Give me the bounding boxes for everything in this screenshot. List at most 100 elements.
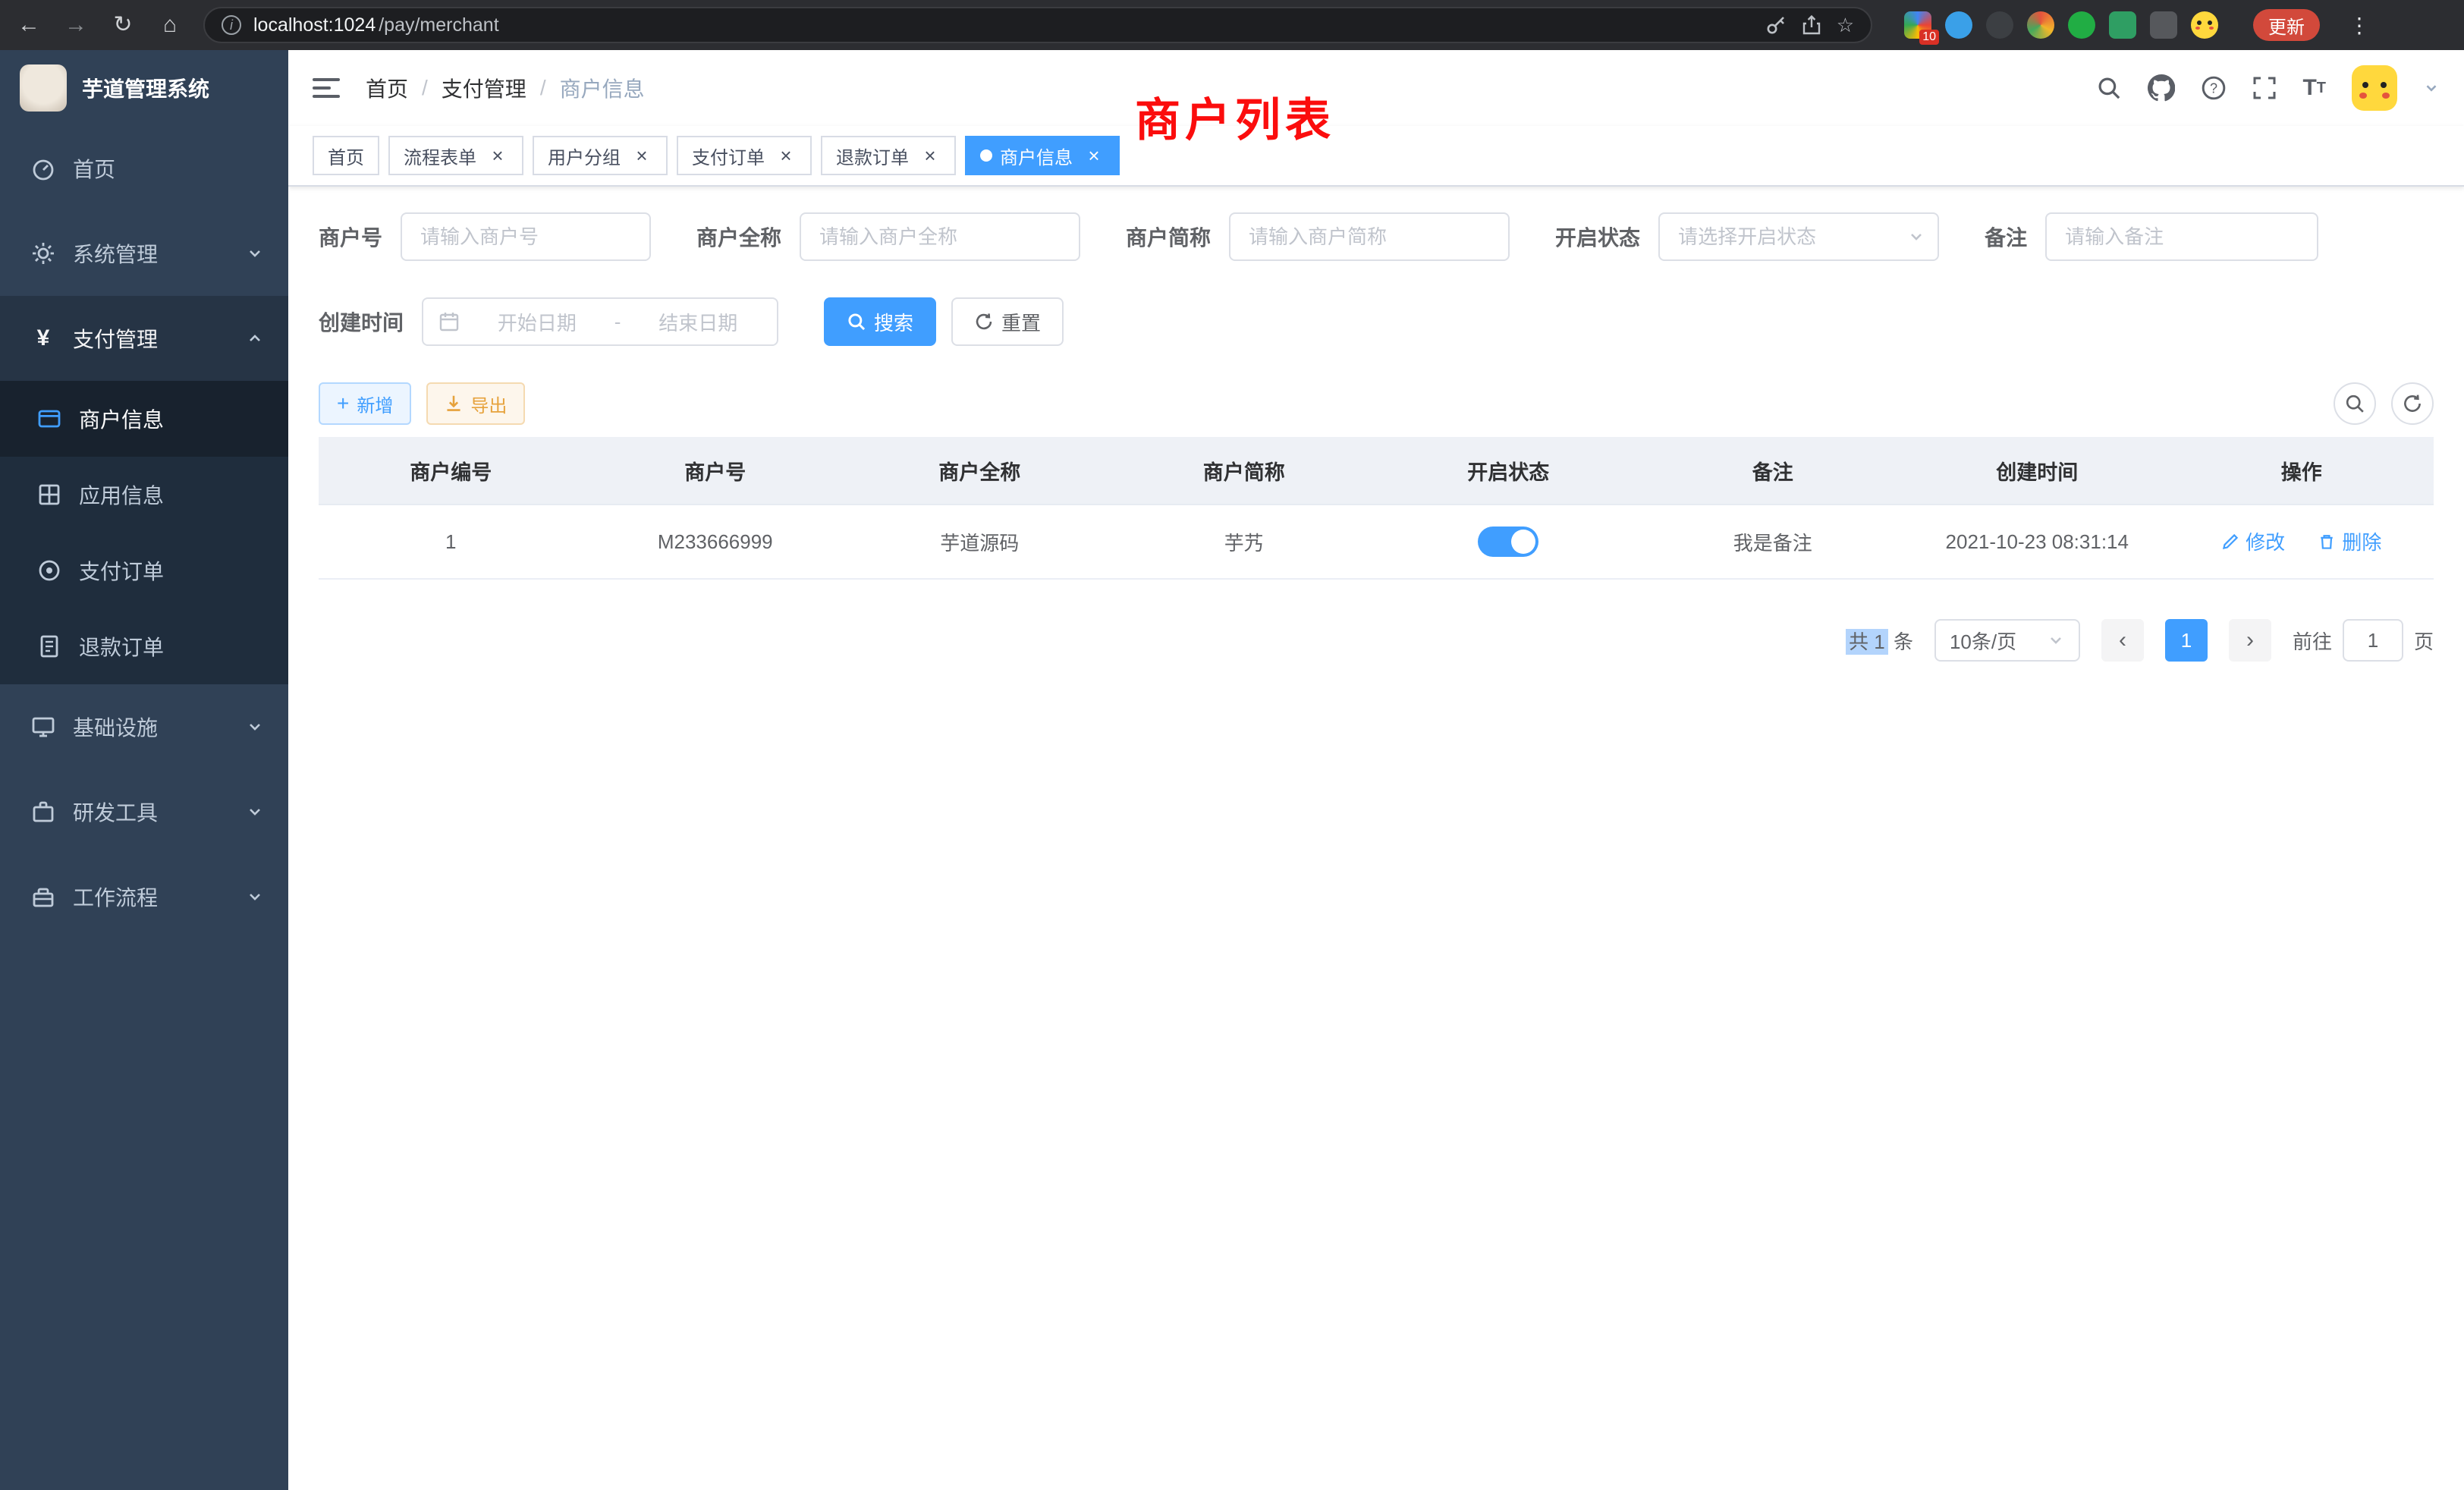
status-toggle[interactable]	[1478, 527, 1538, 557]
tab-merchant-info[interactable]: 商户信息×	[965, 136, 1120, 175]
extension-icon-7[interactable]	[2150, 11, 2177, 39]
tab-close-icon[interactable]: ×	[487, 145, 508, 166]
share-icon[interactable]	[1802, 14, 1821, 36]
tab-process-form[interactable]: 流程表单×	[388, 136, 523, 175]
toggle-search-icon[interactable]	[2334, 382, 2376, 425]
extension-icon-1[interactable]: 10	[1904, 11, 1931, 39]
extension-icon-6[interactable]	[2109, 11, 2136, 39]
sidebar-item-home[interactable]: 首页	[0, 126, 288, 211]
short-name-input[interactable]	[1229, 212, 1510, 261]
tools-icon	[30, 800, 56, 824]
forward-icon[interactable]: →	[62, 14, 90, 36]
full-name-label: 商户全称	[696, 222, 781, 252]
browser-menu-icon[interactable]: ⋮	[2349, 13, 2370, 38]
sidebar-item-merchant-info[interactable]: 商户信息	[0, 381, 288, 457]
github-icon[interactable]	[2148, 74, 2175, 102]
column-header: 商户全称	[847, 456, 1112, 486]
plus-icon: +	[337, 393, 349, 414]
extension-badge: 10	[1919, 30, 1939, 45]
tab-close-icon[interactable]: ×	[631, 145, 652, 166]
extension-emoji-icon[interactable]	[2191, 11, 2218, 39]
sidebar-item-payment[interactable]: ¥ 支付管理	[0, 296, 288, 381]
cell-short-name: 芋艿	[1112, 528, 1377, 556]
search-button[interactable]: 搜索	[824, 297, 936, 346]
navbar-actions: ? TT	[2096, 65, 2440, 111]
export-button[interactable]: 导出	[426, 382, 525, 425]
tab-close-icon[interactable]: ×	[1083, 145, 1105, 166]
create-time-label: 创建时间	[319, 306, 404, 337]
add-button[interactable]: + 新增	[319, 382, 411, 425]
tab-home[interactable]: 首页	[313, 136, 379, 175]
delete-link[interactable]: 删除	[2318, 527, 2381, 555]
sidebar-item-pay-orders[interactable]: 支付订单	[0, 533, 288, 608]
date-range-picker[interactable]: 开始日期 - 结束日期	[422, 297, 778, 346]
extension-icon-5[interactable]	[2068, 11, 2095, 39]
sidebar-toggle-icon[interactable]	[313, 78, 340, 98]
browser-update-button[interactable]: 更新	[2253, 9, 2320, 41]
browser-toolbar: ← → ↻ ⌂ i localhost:1024/pay/merchant ☆ …	[0, 0, 2464, 50]
column-header: 创建时间	[1905, 456, 2170, 486]
payment-submenu: 商户信息 应用信息 支付订单 退款订单	[0, 381, 288, 684]
reset-button[interactable]: 重置	[951, 297, 1064, 346]
refresh-table-icon[interactable]	[2391, 382, 2434, 425]
sidebar-item-label: 支付订单	[79, 555, 164, 586]
tab-user-group[interactable]: 用户分组×	[533, 136, 668, 175]
goto-page-input[interactable]	[2343, 619, 2403, 662]
reload-icon[interactable]: ↻	[109, 14, 137, 36]
password-key-icon[interactable]	[1765, 14, 1787, 36]
user-avatar[interactable]	[2352, 65, 2397, 111]
next-page-button[interactable]: ›	[2229, 619, 2271, 662]
edit-link[interactable]: 修改	[2221, 527, 2285, 555]
sidebar-item-label: 应用信息	[79, 479, 164, 510]
sidebar-item-label: 商户信息	[79, 404, 164, 434]
date-separator: -	[614, 310, 621, 334]
url-path: /pay/merchant	[379, 14, 498, 36]
tab-close-icon[interactable]: ×	[919, 145, 941, 166]
tab-pay-orders[interactable]: 支付订单×	[677, 136, 812, 175]
cell-full-name: 芋道源码	[847, 528, 1112, 556]
remark-label: 备注	[1985, 222, 2027, 252]
header-search-icon[interactable]	[2096, 75, 2122, 101]
top-navbar: 首页 / 支付管理 / 商户信息 商户列表 ? TT	[288, 50, 2464, 126]
remark-input[interactable]	[2045, 212, 2318, 261]
sidebar-logo[interactable]: 芋道管理系统	[0, 50, 288, 126]
refund-icon	[36, 634, 62, 659]
prev-page-button[interactable]: ‹	[2101, 619, 2144, 662]
home-icon[interactable]: ⌂	[156, 14, 184, 36]
sidebar-item-label: 基础设施	[73, 712, 229, 742]
edit-link-label: 修改	[2246, 527, 2285, 555]
help-icon[interactable]: ?	[2201, 75, 2227, 101]
sidebar-item-system[interactable]: 系统管理	[0, 211, 288, 296]
breadcrumb-item[interactable]: 首页	[366, 73, 408, 103]
sidebar-item-app-info[interactable]: 应用信息	[0, 457, 288, 533]
breadcrumb-separator: /	[540, 76, 546, 100]
bookmark-star-icon[interactable]: ☆	[1837, 14, 1854, 37]
sidebar-item-infra[interactable]: 基础设施	[0, 684, 288, 769]
tab-refund-orders[interactable]: 退款订单×	[821, 136, 956, 175]
extension-icon-4[interactable]	[2027, 11, 2054, 39]
merchant-no-input[interactable]	[401, 212, 651, 261]
user-caret-icon[interactable]	[2423, 80, 2440, 96]
page-size-select[interactable]: 10条/页	[1934, 619, 2080, 662]
workflow-icon	[30, 885, 56, 909]
sidebar-item-refund-orders[interactable]: 退款订单	[0, 608, 288, 684]
tab-close-icon[interactable]: ×	[775, 145, 797, 166]
site-info-icon[interactable]: i	[222, 15, 241, 35]
page-content: 商户号 商户全称 商户简称 开启状态 备注	[288, 187, 2464, 662]
status-select[interactable]	[1658, 212, 1939, 261]
sidebar-item-workflow[interactable]: 工作流程	[0, 854, 288, 939]
font-size-icon[interactable]: TT	[2302, 75, 2326, 101]
fullscreen-icon[interactable]	[2252, 76, 2277, 100]
breadcrumb: 首页 / 支付管理 / 商户信息	[366, 73, 645, 103]
breadcrumb-item[interactable]: 支付管理	[442, 73, 526, 103]
page-1-button[interactable]: 1	[2165, 619, 2208, 662]
extension-icon-2[interactable]	[1945, 11, 1972, 39]
sidebar-item-label: 研发工具	[73, 797, 229, 827]
pagination: 共 1 条 10条/页 ‹ 1 › 前往 页	[319, 619, 2434, 662]
full-name-input[interactable]	[800, 212, 1080, 261]
url-host: localhost:1024	[253, 14, 376, 36]
sidebar-item-devtools[interactable]: 研发工具	[0, 769, 288, 854]
extension-icon-3[interactable]	[1986, 11, 2013, 39]
address-bar[interactable]: i localhost:1024/pay/merchant ☆	[203, 7, 1872, 43]
back-icon[interactable]: ←	[15, 14, 42, 36]
